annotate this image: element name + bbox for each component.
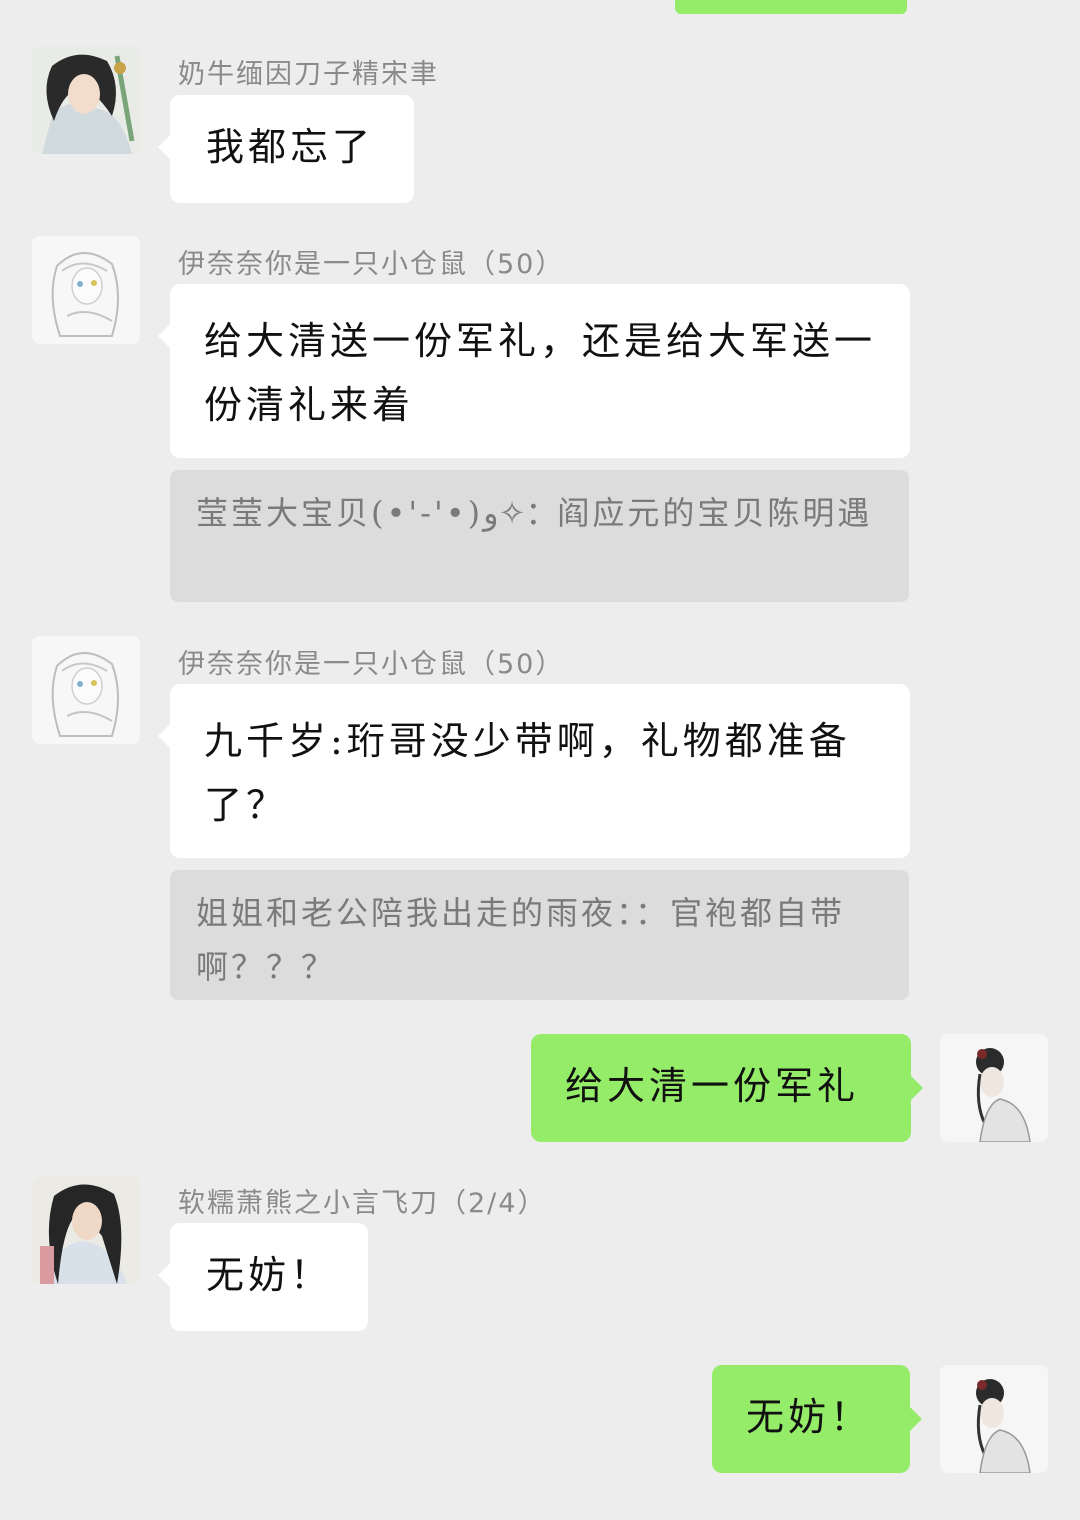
previous-message-edge [675, 0, 907, 14]
ink-girl-avatar-icon [940, 1034, 1048, 1142]
message-text: 九千岁:珩哥没少带啊，礼物都准备了？ [204, 719, 851, 827]
sketch-girl-avatar-icon [32, 636, 140, 744]
message-bubble[interactable]: 我都忘了 [158, 95, 414, 203]
avatar-1[interactable] [32, 46, 140, 154]
message-bubble[interactable]: 无妨！ [712, 1365, 922, 1473]
sender-name: 伊奈奈你是一只小仓鼠（50） [178, 249, 565, 280]
avatar-5[interactable] [32, 1176, 140, 1284]
quote-text: 姐姐和老公陪我出走的雨夜：：官袍都自带啊？？？ [196, 894, 846, 986]
quoted-message[interactable]: 姐姐和老公陪我出走的雨夜：：官袍都自带啊？？？ [170, 870, 909, 1000]
message-text: 无妨！ [206, 1253, 333, 1297]
avatar-3[interactable] [32, 636, 140, 744]
avatar-self[interactable] [940, 1034, 1048, 1142]
message-text: 我都忘了 [206, 125, 375, 169]
message-text: 给大清一份军礼 [565, 1064, 860, 1108]
avatar-2[interactable] [32, 236, 140, 344]
message-bubble[interactable]: 给大清送一份军礼，还是给大军送一份清礼来着 [158, 284, 910, 458]
message-text: 无妨！ [746, 1395, 873, 1439]
avatar-self[interactable] [940, 1365, 1048, 1473]
message-bubble[interactable]: 九千岁:珩哥没少带啊，礼物都准备了？ [158, 684, 910, 858]
message-text: 给大清送一份军礼，还是给大军送一份清礼来着 [204, 319, 877, 427]
sketch-girl-avatar-icon [32, 236, 140, 344]
message-bubble[interactable]: 无妨！ [158, 1223, 368, 1331]
swordsman-avatar-icon [32, 46, 140, 154]
ink-girl-avatar-icon [940, 1365, 1048, 1473]
sender-name: 奶牛缅因刀子精宋聿 [178, 59, 439, 90]
sender-name: 软糯萧熊之小言飞刀（2/4） [178, 1188, 547, 1219]
message-bubble[interactable]: 给大清一份军礼 [531, 1034, 923, 1142]
quoted-message[interactable]: 莹莹大宝贝(•'-'•)و✧：阎应元的宝贝陈明遇 [170, 470, 909, 602]
sender-name: 伊奈奈你是一只小仓鼠（50） [178, 649, 565, 680]
quote-text: 莹莹大宝贝(•'-'•)و✧：阎应元的宝贝陈明遇 [196, 494, 873, 532]
ink-man-avatar-icon [32, 1176, 140, 1284]
